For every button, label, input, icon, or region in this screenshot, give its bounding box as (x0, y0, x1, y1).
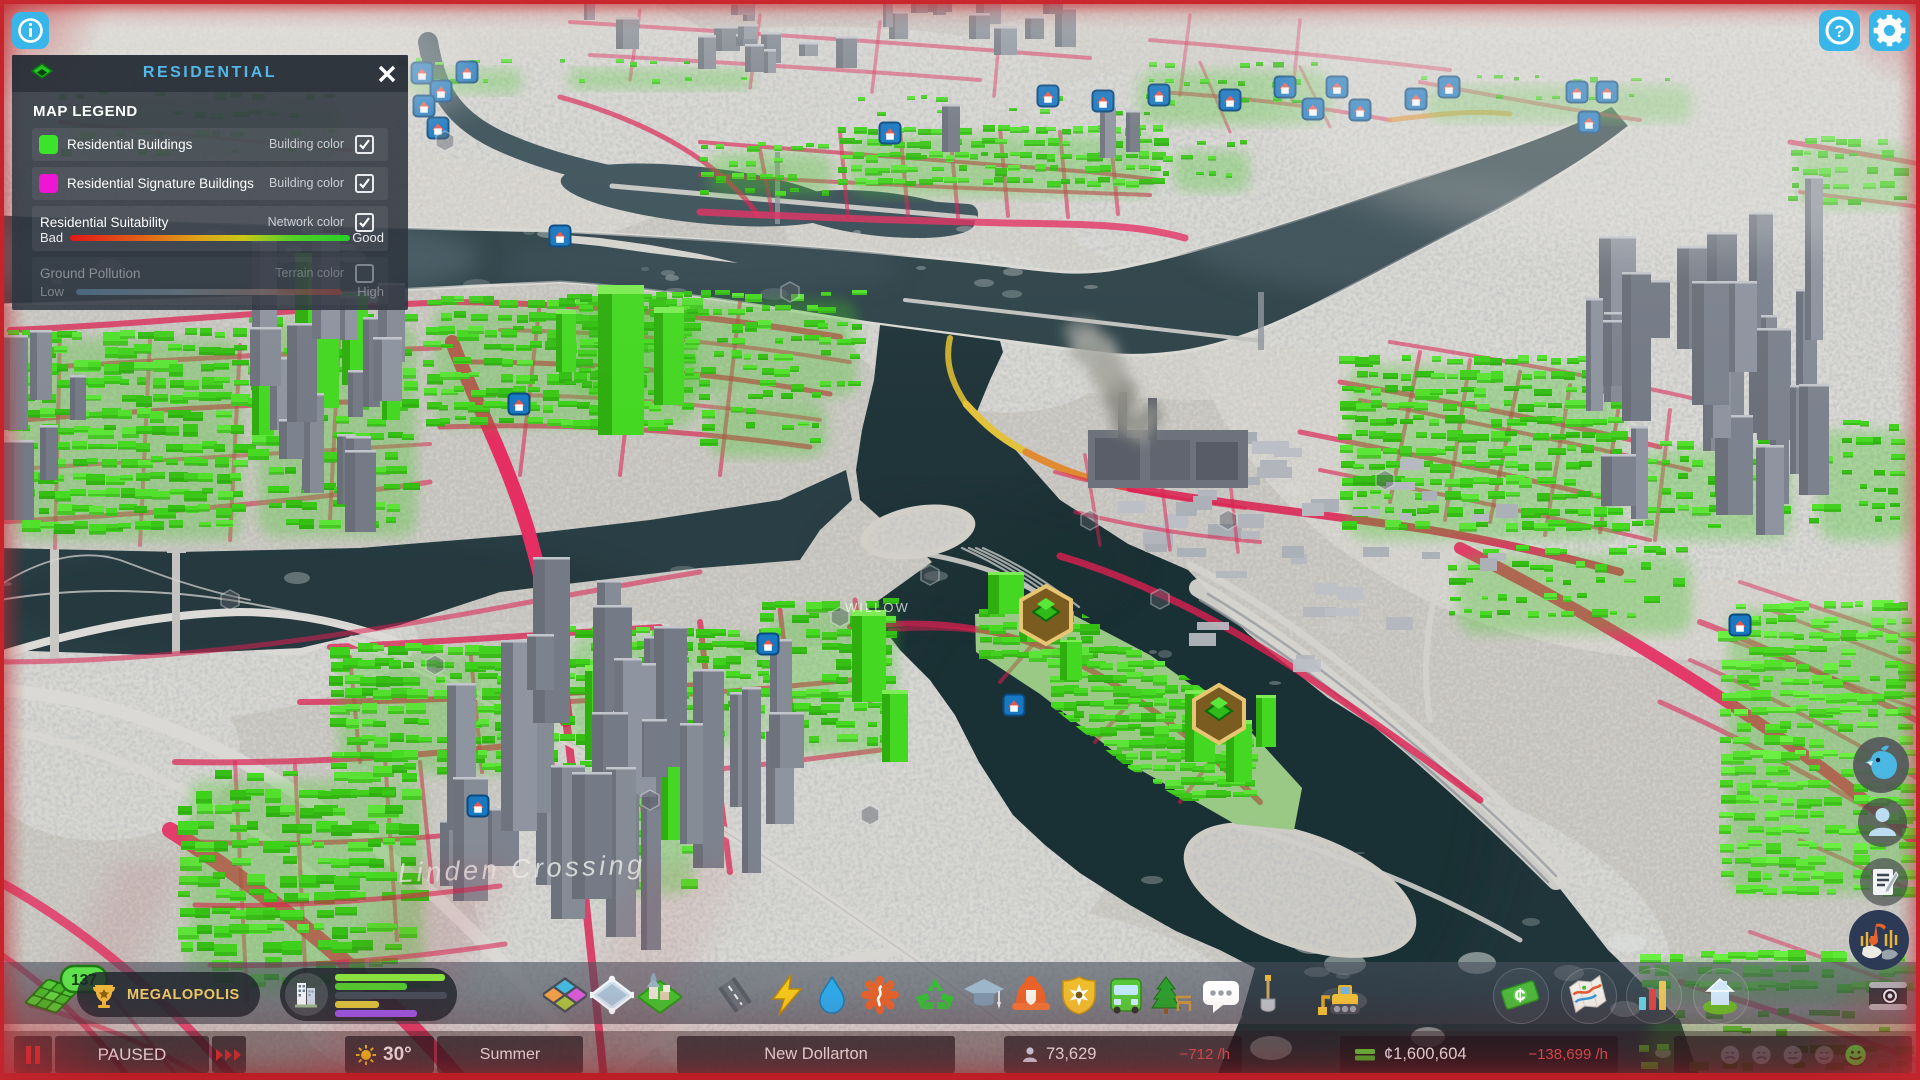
svg-text:WILLOW: WILLOW (845, 600, 910, 615)
svg-text:¢: ¢ (1514, 985, 1525, 1007)
svg-text:?: ? (1834, 22, 1844, 41)
